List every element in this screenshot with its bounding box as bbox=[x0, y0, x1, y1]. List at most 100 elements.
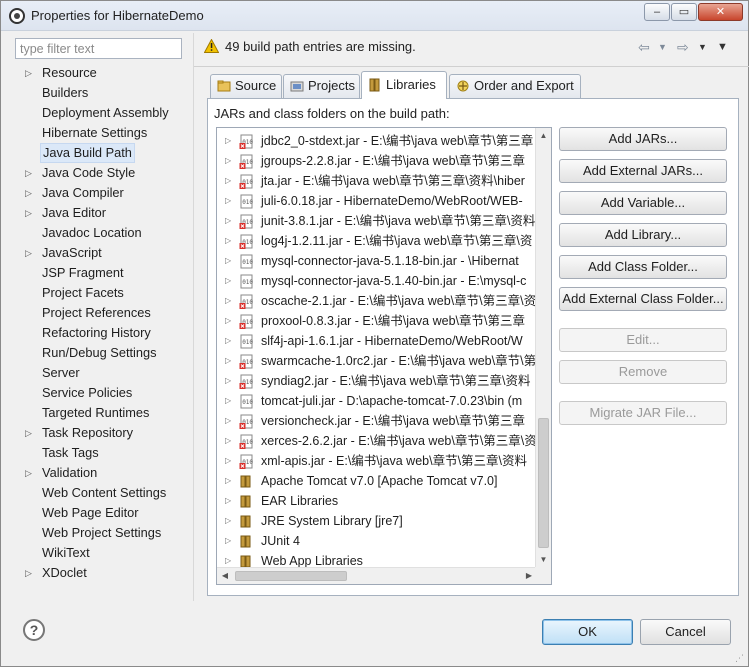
build-path-entry[interactable]: ▷ 010 versioncheck.jar - E:\编书\java web\章节… bbox=[217, 411, 537, 431]
tree-item[interactable]: Project References bbox=[11, 303, 191, 323]
minimize-button[interactable]: ‒ bbox=[644, 3, 670, 21]
expand-arrow-icon[interactable]: ▷ bbox=[25, 243, 35, 263]
build-path-entry[interactable]: ▷ 010 swarmcache-1.0rc2.jar - E:\编书\java w… bbox=[217, 351, 537, 371]
filter-input[interactable] bbox=[15, 38, 182, 59]
build-path-entry[interactable]: ▷ 010 tomcat-juli.jar - D:\apache-tomcat-7… bbox=[217, 391, 537, 411]
expand-arrow-icon[interactable]: ▷ bbox=[225, 191, 231, 211]
build-path-entry[interactable]: ▷ EAR Libraries bbox=[217, 491, 537, 511]
expand-arrow-icon[interactable]: ▷ bbox=[25, 463, 35, 483]
tree-item[interactable]: Run/Debug Settings bbox=[11, 343, 191, 363]
tree-item[interactable]: Java Build Path bbox=[11, 143, 191, 163]
cancel-button[interactable]: Cancel bbox=[640, 619, 731, 645]
close-button[interactable]: ✕ bbox=[698, 3, 743, 21]
build-path-entries-list[interactable]: ▷ 010 jdbc2_0-stdext.jar - E:\编书\java web\… bbox=[216, 127, 552, 585]
back-arrow-icon[interactable]: ⇦ bbox=[638, 39, 650, 55]
build-path-entry[interactable]: ▷ 010 jdbc2_0-stdext.jar - E:\编书\java web\… bbox=[217, 131, 537, 151]
forward-menu-chevron-down-icon[interactable]: ▼ bbox=[698, 39, 707, 55]
tab-source[interactable]: Source bbox=[210, 74, 282, 98]
tree-item[interactable]: Deployment Assembly bbox=[11, 103, 191, 123]
ok-button[interactable]: OK bbox=[542, 619, 633, 645]
scroll-up-icon[interactable]: ▲ bbox=[536, 128, 551, 144]
expand-arrow-icon[interactable]: ▷ bbox=[225, 371, 231, 391]
build-path-entry[interactable]: ▷ 010 slf4j-api-1.6.1.jar - HibernateDemo/… bbox=[217, 331, 537, 351]
tree-item[interactable]: Project Facets bbox=[11, 283, 191, 303]
add-class-folder-button[interactable]: Add Class Folder... bbox=[559, 255, 727, 279]
tree-item[interactable]: Web Content Settings bbox=[11, 483, 191, 503]
expand-arrow-icon[interactable]: ▷ bbox=[225, 491, 231, 511]
tree-item[interactable]: Builders bbox=[11, 83, 191, 103]
vertical-scrollbar[interactable]: ▲ ▼ bbox=[535, 128, 551, 568]
edit-button[interactable]: Edit... bbox=[559, 328, 727, 352]
resize-grip-icon[interactable]: ⋰ bbox=[735, 653, 745, 663]
horizontal-scroll-thumb[interactable] bbox=[235, 571, 347, 581]
tree-item[interactable]: ▷ Task Repository bbox=[11, 423, 191, 443]
tree-item[interactable]: ▷ Validation bbox=[11, 463, 191, 483]
expand-arrow-icon[interactable]: ▷ bbox=[25, 203, 35, 223]
tree-item[interactable]: Task Tags bbox=[11, 443, 191, 463]
expand-arrow-icon[interactable]: ▷ bbox=[225, 151, 231, 171]
tree-item[interactable]: Refactoring History bbox=[11, 323, 191, 343]
remove-button[interactable]: Remove bbox=[559, 360, 727, 384]
add-jars-button[interactable]: Add JARs... bbox=[559, 127, 727, 151]
help-icon[interactable]: ? bbox=[23, 619, 45, 641]
build-path-entry[interactable]: ▷ 010 xerces-2.6.2.jar - E:\编书\java web\章节… bbox=[217, 431, 537, 451]
tree-item[interactable]: Server bbox=[11, 363, 191, 383]
build-path-entry[interactable]: ▷ 010 juli-6.0.18.jar - HibernateDemo/WebR… bbox=[217, 191, 537, 211]
tree-item[interactable]: JSP Fragment bbox=[11, 263, 191, 283]
build-path-entry[interactable]: ▷ JUnit 4 bbox=[217, 531, 537, 551]
expand-arrow-icon[interactable]: ▷ bbox=[25, 163, 35, 183]
add-external-jars-button[interactable]: Add External JARs... bbox=[559, 159, 727, 183]
expand-arrow-icon[interactable]: ▷ bbox=[225, 451, 231, 471]
expand-arrow-icon[interactable]: ▷ bbox=[25, 563, 35, 583]
expand-arrow-icon[interactable]: ▷ bbox=[25, 183, 35, 203]
build-path-entry[interactable]: ▷ 010 mysql-connector-java-5.1.40-bin.jar … bbox=[217, 271, 537, 291]
maximize-button[interactable]: ▭ bbox=[671, 3, 697, 21]
expand-arrow-icon[interactable]: ▷ bbox=[225, 171, 231, 191]
tree-item[interactable]: ▷ JavaScript bbox=[11, 243, 191, 263]
build-path-entry[interactable]: ▷ 010 jta.jar - E:\编书\java web\章节\第三章\资料\h… bbox=[217, 171, 537, 191]
forward-arrow-icon[interactable]: ⇨ bbox=[677, 39, 689, 55]
tree-item[interactable]: Hibernate Settings bbox=[11, 123, 191, 143]
add-variable-button[interactable]: Add Variable... bbox=[559, 191, 727, 215]
expand-arrow-icon[interactable]: ▷ bbox=[225, 131, 231, 151]
view-menu-icon[interactable]: ▼ bbox=[717, 39, 728, 55]
back-menu-chevron-down-icon[interactable]: ▼ bbox=[658, 39, 667, 55]
expand-arrow-icon[interactable]: ▷ bbox=[225, 271, 231, 291]
tree-item[interactable]: Service Policies bbox=[11, 383, 191, 403]
tree-item[interactable]: Web Project Settings bbox=[11, 523, 191, 543]
expand-arrow-icon[interactable]: ▷ bbox=[225, 331, 231, 351]
expand-arrow-icon[interactable]: ▷ bbox=[225, 531, 231, 551]
tree-item[interactable]: Javadoc Location bbox=[11, 223, 191, 243]
tree-item[interactable]: Targeted Runtimes bbox=[11, 403, 191, 423]
pane-divider[interactable] bbox=[193, 33, 194, 601]
add-external-class-folder-button[interactable]: Add External Class Folder... bbox=[559, 287, 727, 311]
expand-arrow-icon[interactable]: ▷ bbox=[225, 231, 231, 251]
build-path-entry[interactable]: ▷ 010 log4j-1.2.11.jar - E:\编书\java web\章节… bbox=[217, 231, 537, 251]
build-path-entry[interactable]: ▷ 010 junit-3.8.1.jar - E:\编书\java web\章节\… bbox=[217, 211, 537, 231]
tree-item[interactable]: ▷ Java Editor bbox=[11, 203, 191, 223]
tree-item[interactable]: ▷ Java Code Style bbox=[11, 163, 191, 183]
expand-arrow-icon[interactable]: ▷ bbox=[225, 391, 231, 411]
expand-arrow-icon[interactable]: ▷ bbox=[225, 351, 231, 371]
build-path-entry[interactable]: ▷ 010 syndiag2.jar - E:\编书\java web\章节\第三章… bbox=[217, 371, 537, 391]
tab-libraries[interactable]: Libraries bbox=[361, 71, 447, 99]
build-path-entry[interactable]: ▷ JRE System Library [jre7] bbox=[217, 511, 537, 531]
expand-arrow-icon[interactable]: ▷ bbox=[225, 251, 231, 271]
build-path-entry[interactable]: ▷ 010 jgroups-2.2.8.jar - E:\编书\java web\章… bbox=[217, 151, 537, 171]
tree-item[interactable]: Web Page Editor bbox=[11, 503, 191, 523]
expand-arrow-icon[interactable]: ▷ bbox=[225, 511, 231, 531]
migrate-jar-button[interactable]: Migrate JAR File... bbox=[559, 401, 727, 425]
tree-item[interactable]: ▷ Java Compiler bbox=[11, 183, 191, 203]
build-path-entry[interactable]: ▷ 010 xml-apis.jar - E:\编书\java web\章节\第三章… bbox=[217, 451, 537, 471]
scroll-down-icon[interactable]: ▼ bbox=[536, 552, 551, 568]
expand-arrow-icon[interactable]: ▷ bbox=[225, 311, 231, 331]
build-path-entry[interactable]: ▷ 010 oscache-2.1.jar - E:\编书\java web\章节\… bbox=[217, 291, 537, 311]
tree-item[interactable]: ▷ Resource bbox=[11, 63, 191, 83]
tab-projects[interactable]: Projects bbox=[283, 74, 360, 98]
build-path-entry[interactable]: ▷ Apache Tomcat v7.0 [Apache Tomcat v7.0] bbox=[217, 471, 537, 491]
tree-item[interactable]: WikiText bbox=[11, 543, 191, 563]
expand-arrow-icon[interactable]: ▷ bbox=[225, 291, 231, 311]
build-path-entry[interactable]: ▷ 010 mysql-connector-java-5.1.18-bin.jar … bbox=[217, 251, 537, 271]
vertical-scroll-thumb[interactable] bbox=[538, 418, 549, 548]
expand-arrow-icon[interactable]: ▷ bbox=[225, 211, 231, 231]
